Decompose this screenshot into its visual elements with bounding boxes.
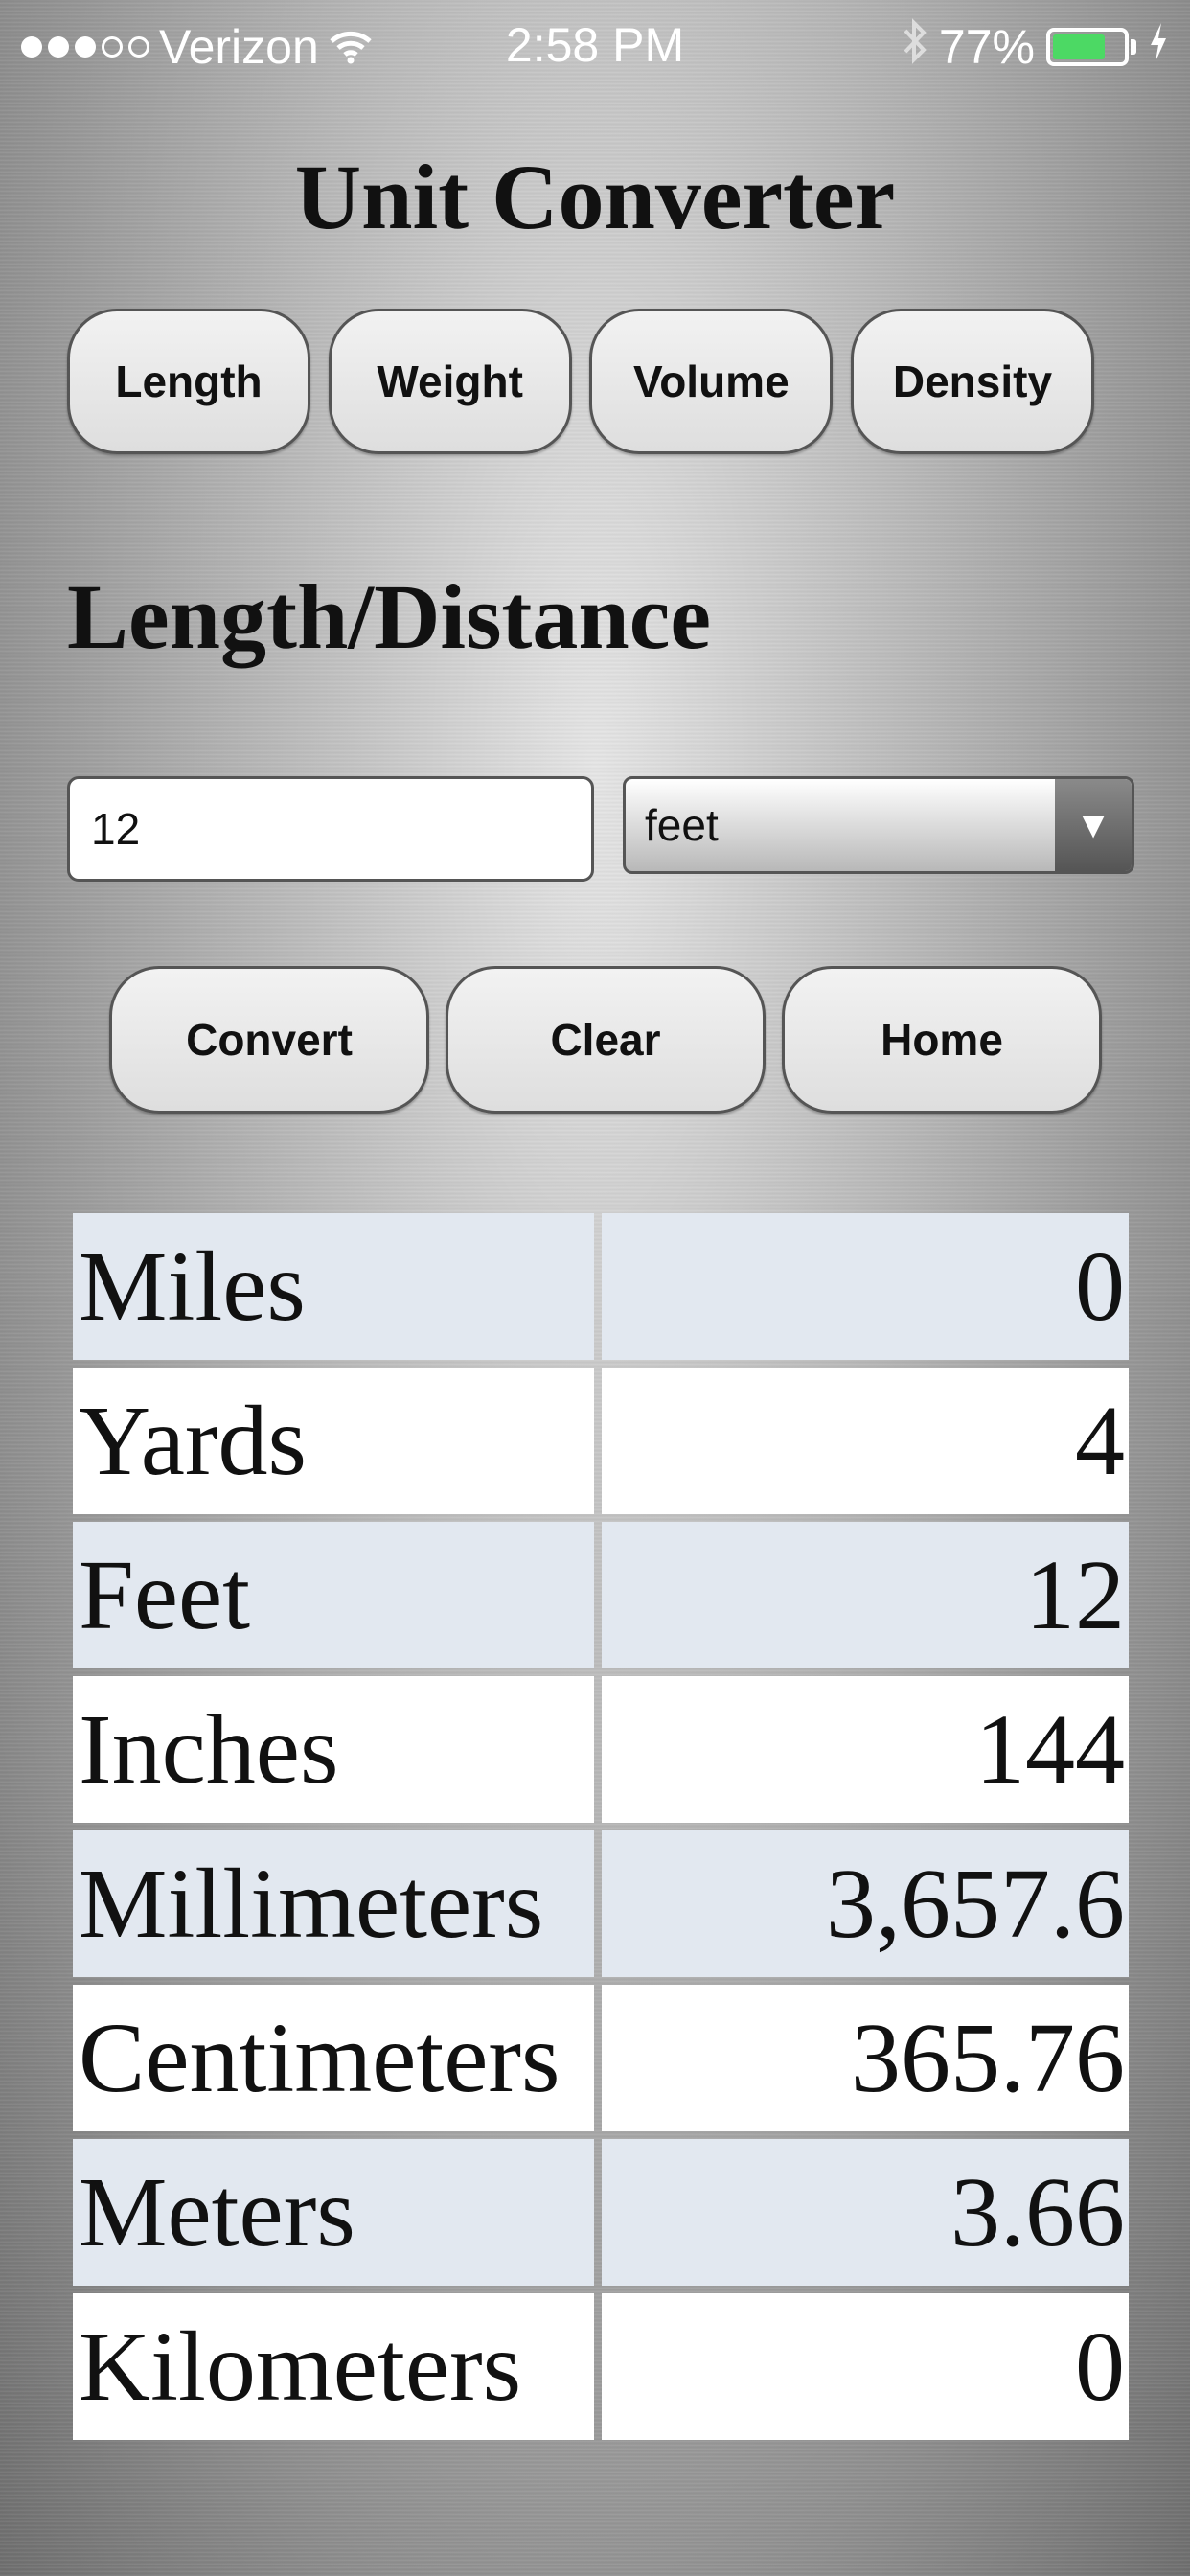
battery-tip bbox=[1131, 39, 1136, 55]
result-value: 3.66 bbox=[602, 2139, 1129, 2286]
weight-button[interactable]: Weight bbox=[328, 309, 572, 454]
result-row-millimeters: Millimeters 3,657.6 bbox=[73, 1830, 1129, 1977]
app-title: Unit Converter bbox=[294, 146, 896, 248]
result-row-inches: Inches 144 bbox=[73, 1676, 1129, 1823]
result-row-miles: Miles 0 bbox=[73, 1213, 1129, 1360]
bluetooth-icon bbox=[903, 17, 927, 77]
result-row-feet: Feet 12 bbox=[73, 1522, 1129, 1668]
battery-percent: 77% bbox=[938, 20, 1035, 74]
status-right: 77% bbox=[903, 17, 1169, 77]
battery-icon bbox=[1046, 28, 1129, 66]
result-unit: Millimeters bbox=[73, 1830, 594, 1977]
unit-select-value: feet bbox=[645, 800, 719, 850]
result-value: 4 bbox=[602, 1368, 1129, 1514]
results-table: Miles 0 Yards 4 Feet 12 Inches 144 Milli… bbox=[73, 1213, 1129, 2448]
result-row-kilometers: Kilometers 0 bbox=[73, 2293, 1129, 2440]
battery-level bbox=[1053, 34, 1106, 59]
result-value: 144 bbox=[602, 1676, 1129, 1823]
result-unit: Yards bbox=[73, 1368, 594, 1514]
length-button[interactable]: Length bbox=[67, 309, 310, 454]
result-row-centimeters: Centimeters 365.76 bbox=[73, 1985, 1129, 2131]
result-unit: Miles bbox=[73, 1213, 594, 1360]
convert-button[interactable]: Convert bbox=[109, 966, 429, 1114]
result-row-yards: Yards 4 bbox=[73, 1368, 1129, 1514]
result-row-meters: Meters 3.66 bbox=[73, 2139, 1129, 2286]
chevron-down-icon: ▼ bbox=[1055, 779, 1132, 871]
result-unit: Centimeters bbox=[73, 1985, 594, 2131]
volume-button[interactable]: Volume bbox=[589, 309, 834, 454]
result-unit: Kilometers bbox=[73, 2293, 594, 2440]
section-title: Length/Distance bbox=[67, 565, 711, 668]
value-input[interactable] bbox=[67, 776, 594, 882]
category-buttons: Length Weight Volume Density bbox=[67, 309, 1094, 454]
charging-bolt-icon bbox=[1148, 19, 1169, 75]
home-button[interactable]: Home bbox=[782, 966, 1102, 1114]
status-bar: Verizon 2:58 PM 77% bbox=[0, 0, 1190, 94]
result-unit: Meters bbox=[73, 2139, 594, 2286]
unit-select[interactable]: feet ▼ bbox=[623, 776, 1134, 874]
result-value: 3,657.6 bbox=[602, 1830, 1129, 1977]
result-value: 12 bbox=[602, 1522, 1129, 1668]
density-button[interactable]: Density bbox=[850, 309, 1094, 454]
action-buttons: Convert Clear Home bbox=[109, 966, 1102, 1114]
clear-button[interactable]: Clear bbox=[446, 966, 766, 1114]
result-value: 365.76 bbox=[602, 1985, 1129, 2131]
result-unit: Inches bbox=[73, 1676, 594, 1823]
result-value: 0 bbox=[602, 1213, 1129, 1360]
result-unit: Feet bbox=[73, 1522, 594, 1668]
result-value: 0 bbox=[602, 2293, 1129, 2440]
